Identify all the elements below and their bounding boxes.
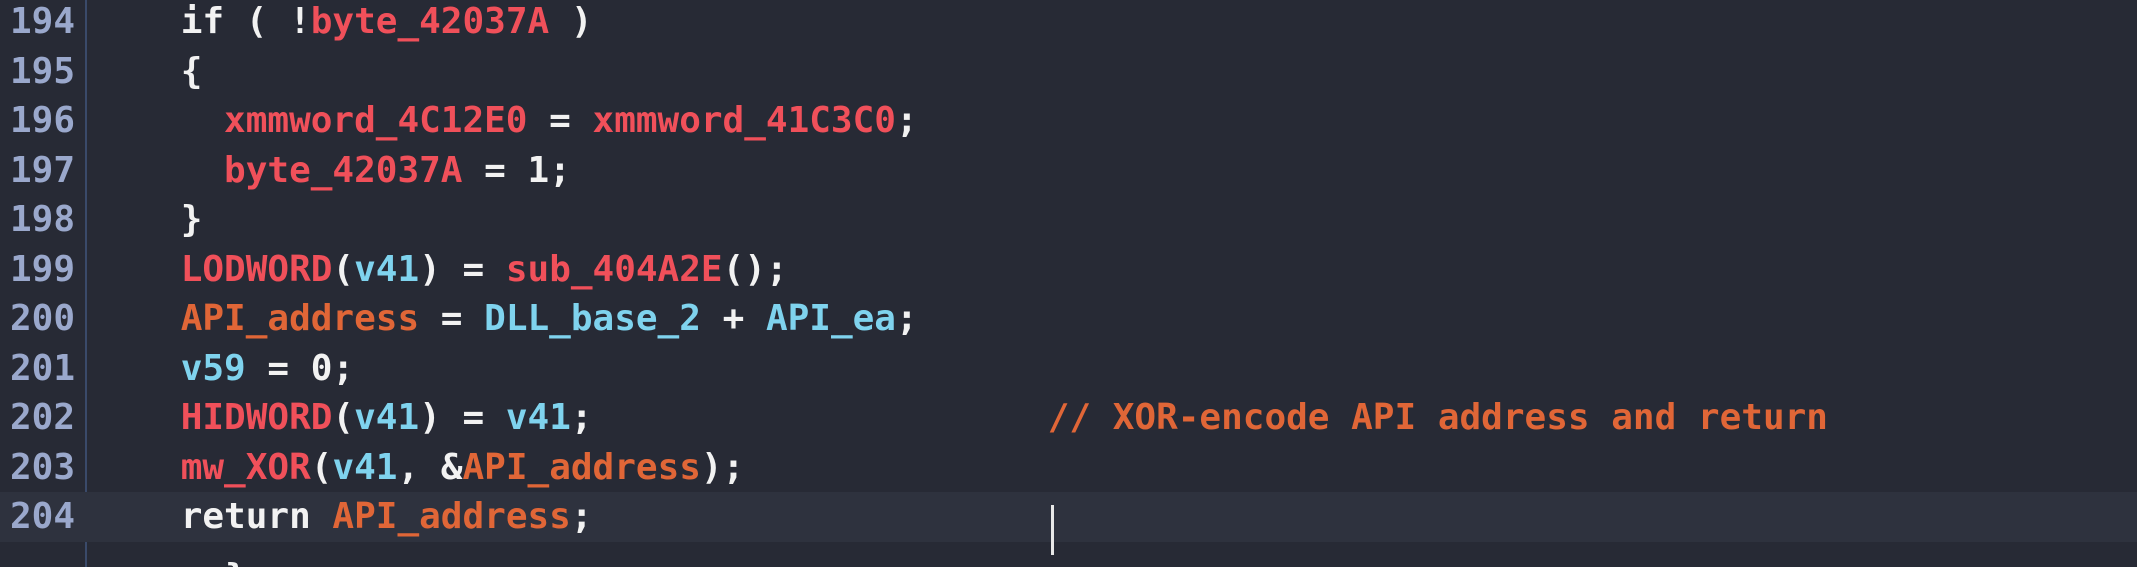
code-text: v59 = 0; — [94, 344, 354, 394]
punct-token: ) = — [419, 397, 506, 438]
punct-token: ; — [895, 100, 918, 141]
code-line[interactable]: 196 xmmword_4C12E0 = xmmword_41C3C0; — [0, 96, 2137, 146]
comment-token: // XOR-encode API address and return — [1047, 397, 1828, 438]
line-number: 203 — [10, 446, 76, 488]
punct-token: { — [180, 50, 203, 92]
punct-token: ( — [332, 397, 355, 438]
code-text: { — [94, 47, 203, 97]
function-token[interactable]: mw_XOR — [181, 447, 311, 488]
code-text: HIDWORD(v41) = v41; // XOR-encode API ad… — [94, 393, 1828, 443]
punct-token: ; — [570, 397, 1048, 438]
code-text: } — [94, 195, 203, 245]
code-text: return API_address; — [94, 492, 593, 542]
code-text: API_address = DLL_base_2 + API_ea; — [94, 294, 918, 344]
line-number: 197 — [10, 149, 76, 191]
line-number: 201 — [10, 347, 76, 389]
punct-token: } — [180, 199, 203, 240]
partial-brace-bottom: } — [225, 553, 245, 567]
code-text: if ( !byte_42037A ) — [94, 0, 593, 47]
code-line[interactable]: 202 HIDWORD(v41) = v41; // XOR-encode AP… — [0, 393, 2137, 443]
punct-token: , & — [397, 446, 463, 488]
code-text: xmmword_4C12E0 = xmmword_41C3C0; — [94, 96, 918, 146]
punct-token: + — [700, 298, 766, 339]
keyword-token: if ( ! — [180, 1, 311, 42]
renamed-var-token[interactable]: API_address — [463, 447, 701, 488]
punct-token: ; — [895, 298, 918, 339]
punct-token: ) — [549, 1, 593, 42]
punct-token: ) = — [419, 248, 506, 290]
global-var-token[interactable]: byte_42037A — [224, 150, 462, 191]
local-var-token[interactable]: API_ea — [766, 298, 896, 339]
punct-token: = — [419, 298, 485, 339]
punct-token: = 1; — [462, 149, 571, 191]
code-line[interactable]: 198 } — [0, 195, 2137, 245]
code-text: mw_XOR(v41, &API_address); — [94, 443, 745, 493]
line-number: 196 — [10, 100, 76, 141]
text-caret — [1051, 505, 1054, 555]
line-number: 200 — [10, 298, 76, 339]
code-text: byte_42037A = 1; — [94, 146, 571, 196]
punct-token: ( — [310, 446, 333, 488]
punct-token: (); — [722, 248, 788, 290]
punct-token: = 0; — [245, 347, 355, 389]
code-line[interactable]: 203 mw_XOR(v41, &API_address); — [0, 443, 2137, 493]
pseudocode-view[interactable]: } 194 if ( !byte_42037A )195 {196 xmmwor… — [0, 0, 2137, 567]
code-line[interactable]: 201 v59 = 0; — [0, 344, 2137, 394]
line-number: 204 — [10, 496, 76, 537]
local-var-token[interactable]: v41 — [506, 397, 571, 438]
function-token[interactable]: LODWORD — [181, 249, 333, 290]
local-var-token[interactable]: v41 — [354, 249, 419, 290]
local-var-token[interactable]: DLL_base_2 — [484, 298, 701, 339]
punct-token: ); — [700, 446, 745, 488]
local-var-token[interactable]: v41 — [354, 397, 419, 438]
keyword-token: return — [180, 496, 333, 537]
punct-token: ; — [570, 496, 593, 537]
code-line[interactable]: 195 { — [0, 47, 2137, 97]
local-var-token[interactable]: v41 — [332, 447, 397, 488]
code-line[interactable]: 204 return API_address; — [0, 492, 2137, 542]
line-number: 199 — [10, 248, 76, 290]
function-token[interactable]: sub_404A2E — [506, 249, 723, 290]
code-line[interactable]: 197 byte_42037A = 1; — [0, 146, 2137, 196]
line-number: 195 — [10, 50, 76, 92]
line-number: 194 — [10, 1, 76, 42]
code-line[interactable]: 194 if ( !byte_42037A ) — [0, 0, 2137, 47]
line-number: 198 — [10, 199, 76, 240]
local-var-token[interactable]: v59 — [181, 348, 246, 389]
punct-token: ( — [332, 248, 355, 290]
function-token[interactable]: HIDWORD — [181, 397, 333, 438]
renamed-var-token[interactable]: API_address — [332, 496, 570, 537]
punct-token: = — [527, 100, 593, 141]
code-text: LODWORD(v41) = sub_404A2E(); — [94, 245, 788, 295]
code-line[interactable]: 199 LODWORD(v41) = sub_404A2E(); — [0, 245, 2137, 295]
line-number: 202 — [10, 397, 76, 438]
renamed-var-token[interactable]: API_address — [181, 298, 419, 339]
global-var-token[interactable]: xmmword_41C3C0 — [593, 100, 896, 141]
global-var-token[interactable]: byte_42037A — [311, 1, 549, 42]
global-var-token[interactable]: xmmword_4C12E0 — [224, 100, 527, 141]
code-line[interactable]: 200 API_address = DLL_base_2 + API_ea; — [0, 294, 2137, 344]
